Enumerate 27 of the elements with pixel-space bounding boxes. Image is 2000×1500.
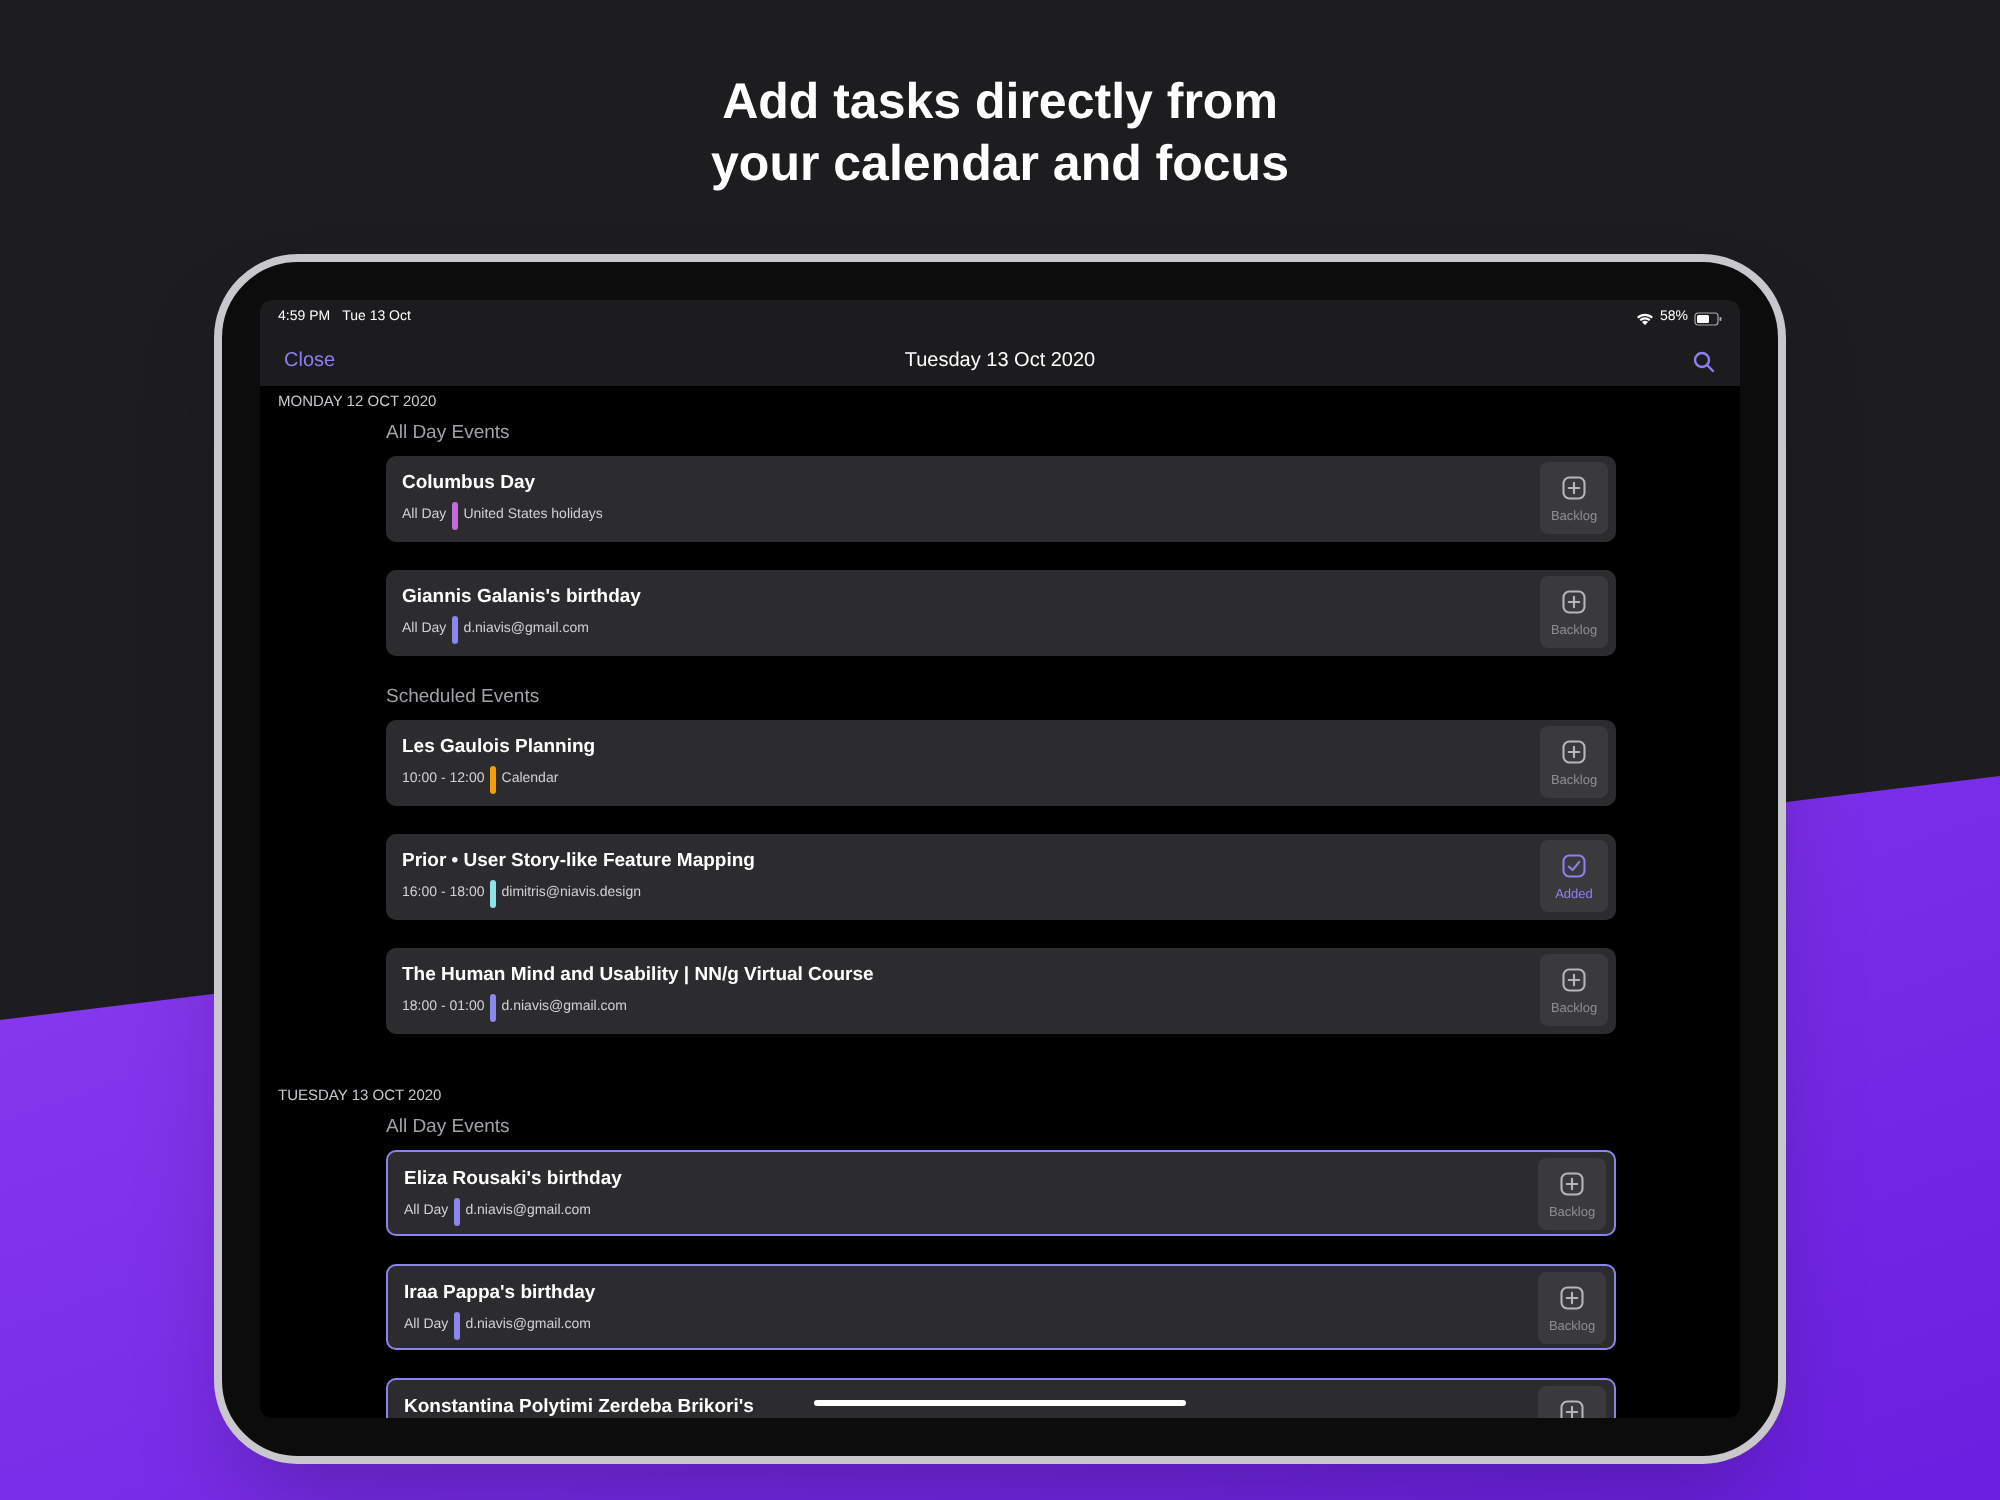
plus-icon (1560, 966, 1588, 994)
event-title: The Human Mind and Usability | NN/g Virtual Course (402, 962, 874, 988)
event-title: Prior • User Story-like Feature Mapping (402, 848, 755, 874)
checkbox-icon (1560, 852, 1588, 880)
event-title: Eliza Rousaki's birthday (404, 1166, 622, 1192)
screen-title: Tuesday 13 Oct 2020 (904, 348, 1096, 376)
section-heading: Scheduled Events (386, 684, 542, 712)
headline: your calendar and focus (711, 134, 1289, 196)
plus-icon (1558, 1284, 1586, 1312)
event-title: Giannis Galanis's birthday (402, 584, 641, 610)
event-title: Iraa Pappa's birthday (404, 1280, 596, 1306)
plus-icon (1560, 588, 1588, 616)
event-title: Les Gaulois Planning (402, 734, 596, 760)
event-title: Konstantina Polytimi Zerdeba Brikori's (404, 1394, 754, 1418)
battery-icon (1694, 311, 1722, 325)
event-title: Columbus Day (402, 470, 536, 496)
headline: Add tasks directly from (722, 72, 1278, 134)
section-heading: All Day Events (386, 1114, 512, 1142)
event-card[interactable]: Konstantina Polytimi Zerdeba Brikori's (386, 1378, 1616, 1418)
section-heading: All Day Events (386, 420, 512, 448)
wifi-icon (1635, 311, 1654, 325)
plus-icon (1560, 738, 1588, 766)
plus-icon (1558, 1170, 1586, 1198)
plus-icon (1558, 1398, 1586, 1418)
close-button[interactable]: Close (284, 346, 336, 376)
plus-icon (1560, 474, 1588, 502)
search-icon[interactable] (1692, 349, 1716, 373)
